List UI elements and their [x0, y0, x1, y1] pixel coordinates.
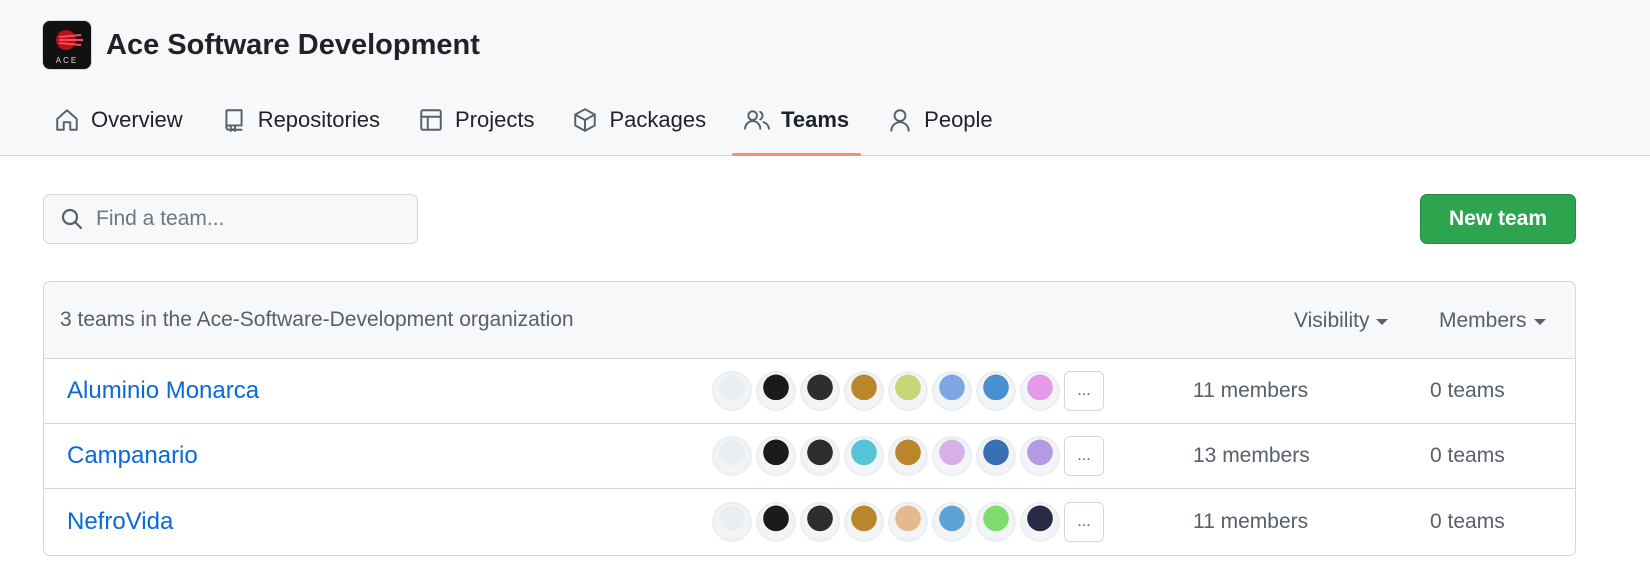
org-logo[interactable]: ACE: [42, 20, 92, 70]
avatar[interactable]: [844, 436, 884, 476]
avatar[interactable]: [756, 371, 796, 411]
nav-overview[interactable]: Overview: [42, 96, 195, 144]
org-logo-text: ACE: [55, 56, 79, 65]
team-row: Campanario... 13 members 0 teams: [44, 424, 1575, 489]
avatar[interactable]: [800, 371, 840, 411]
avatar[interactable]: [888, 501, 928, 542]
avatar[interactable]: [800, 501, 840, 542]
team-search-input[interactable]: [96, 207, 396, 231]
child-teams-count[interactable]: 0 teams: [1430, 379, 1505, 403]
avatar[interactable]: [976, 436, 1016, 476]
org-nav: Overview Repositories Projects Packages …: [42, 96, 1019, 156]
repo-icon: [225, 109, 243, 132]
visibility-filter-label: Visibility: [1294, 308, 1370, 332]
team-member-avatars: ...: [712, 501, 1104, 542]
visibility-filter[interactable]: Visibility: [1294, 282, 1389, 359]
caret-down-icon: [1376, 318, 1389, 325]
nav-overview-label: Overview: [91, 107, 183, 132]
org-name[interactable]: Ace Software Development: [106, 29, 480, 62]
avatar[interactable]: [712, 371, 752, 411]
members-filter-label: Members: [1439, 308, 1527, 332]
avatar[interactable]: [932, 436, 972, 476]
avatar[interactable]: [712, 436, 752, 476]
avatar[interactable]: [756, 501, 796, 542]
avatar[interactable]: [888, 436, 928, 476]
nav-repositories-label: Repositories: [257, 107, 380, 132]
avatar[interactable]: [1020, 501, 1060, 542]
avatar[interactable]: [844, 371, 884, 411]
person-icon: [890, 109, 910, 132]
team-members-count[interactable]: 11 members: [1193, 510, 1308, 534]
team-row: NefroVida... 11 members 0 teams: [44, 489, 1575, 554]
people-icon: [744, 110, 770, 130]
team-members-count[interactable]: 13 members: [1193, 444, 1310, 468]
team-rows: Aluminio Monarca... 11 members 0 teams Camp…: [44, 359, 1575, 554]
table-icon: [420, 109, 442, 131]
avatar[interactable]: [712, 501, 752, 542]
team-members-count[interactable]: 11 members: [1193, 379, 1308, 403]
teams-list: 3 teams in the Ace-Software-Development …: [43, 281, 1576, 556]
teams-count-summary: 3 teams in the Ace-Software-Development …: [60, 308, 574, 331]
avatar[interactable]: [1020, 371, 1060, 411]
avatar[interactable]: [756, 436, 796, 476]
child-teams-count[interactable]: 0 teams: [1430, 444, 1505, 468]
team-search[interactable]: [43, 194, 418, 244]
nav-packages[interactable]: Packages: [560, 96, 718, 144]
team-member-avatars: ...: [712, 371, 1104, 411]
new-team-button[interactable]: New team: [1420, 194, 1576, 244]
org-header: ACE Ace Software Development Overview Re…: [0, 0, 1650, 156]
avatar[interactable]: [932, 371, 972, 411]
nav-projects[interactable]: Projects: [406, 96, 546, 144]
avatar[interactable]: [932, 501, 972, 542]
home-icon: [56, 109, 78, 131]
more-members-button[interactable]: ...: [1064, 436, 1104, 476]
nav-projects-label: Projects: [454, 107, 535, 132]
avatar[interactable]: [976, 501, 1016, 542]
team-member-avatars: ...: [712, 436, 1104, 476]
nav-people-label: People: [924, 107, 993, 132]
search-icon: [61, 208, 83, 230]
child-teams-count[interactable]: 0 teams: [1430, 510, 1505, 534]
package-icon: [574, 108, 597, 132]
ace-logo-mark-icon: [56, 30, 83, 50]
more-members-button[interactable]: ...: [1064, 371, 1104, 411]
nav-packages-label: Packages: [609, 107, 707, 132]
members-filter[interactable]: Members: [1439, 282, 1546, 359]
caret-down-icon: [1533, 318, 1546, 325]
team-row: Aluminio Monarca... 11 members 0 teams: [44, 359, 1575, 424]
more-members-button[interactable]: ...: [1064, 501, 1104, 542]
nav-people[interactable]: People: [875, 96, 1005, 144]
avatar[interactable]: [888, 371, 928, 411]
avatar[interactable]: [844, 501, 884, 542]
org-title-row: ACE Ace Software Development: [42, 20, 480, 70]
nav-repositories[interactable]: Repositories: [209, 96, 392, 144]
nav-teams[interactable]: Teams: [732, 96, 862, 156]
team-name-link[interactable]: NefroVida: [67, 508, 173, 536]
avatar[interactable]: [976, 371, 1016, 411]
avatar[interactable]: [800, 436, 840, 476]
teams-list-header: 3 teams in the Ace-Software-Development …: [44, 282, 1575, 359]
team-name-link[interactable]: Campanario: [67, 442, 198, 470]
nav-teams-label: Teams: [781, 107, 850, 132]
avatar[interactable]: [1020, 436, 1060, 476]
team-name-link[interactable]: Aluminio Monarca: [67, 377, 259, 405]
